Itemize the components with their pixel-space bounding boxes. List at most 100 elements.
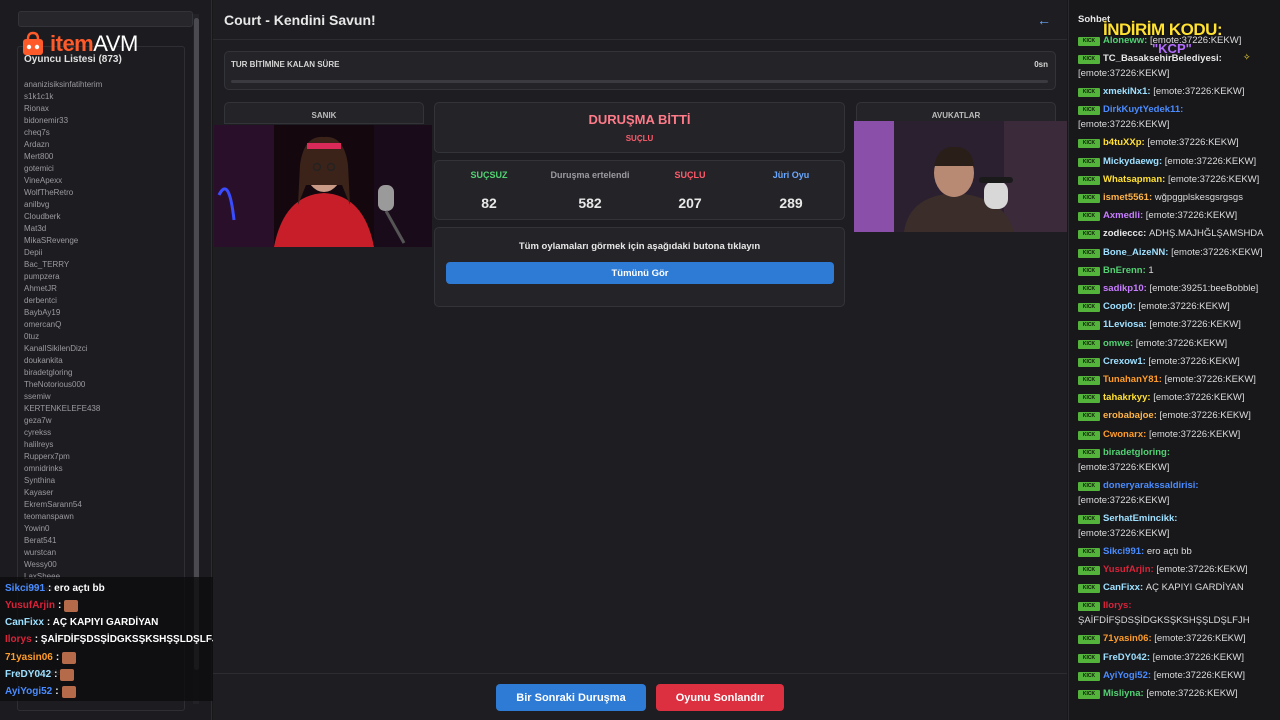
chat-message: KICK zodieccc: ADHŞ.MAJHĞLŞAMSHDA: [1078, 226, 1274, 241]
chat-username[interactable]: DirkKuytYedek11: [1103, 104, 1180, 115]
chat-username[interactable]: Coop0: [1103, 301, 1133, 312]
chat-message: KICK Sikci991: ero açtı bb: [1078, 544, 1274, 559]
player-list-item[interactable]: derbentci: [24, 295, 174, 307]
player-list-item[interactable]: AhmetJR: [24, 283, 174, 295]
player-list-scrollbar-thumb[interactable]: [194, 18, 199, 670]
chat-username[interactable]: sadikp10: [1103, 283, 1144, 294]
player-list-item[interactable]: 0tuz: [24, 331, 174, 343]
player-list-item[interactable]: Yowin0: [24, 523, 174, 535]
player-list-item[interactable]: VineApexx: [24, 175, 174, 187]
player-list-item[interactable]: anilbvg: [24, 199, 174, 211]
webcam-image-right: [854, 121, 1067, 232]
chat-username[interactable]: AyiYogi52: [1103, 670, 1148, 681]
chat-username[interactable]: tahakrkyy: [1103, 392, 1147, 403]
chat-username[interactable]: b4tuXXp: [1103, 137, 1142, 148]
player-list-item[interactable]: ssemiw: [24, 391, 174, 403]
player-list-item[interactable]: Rupperx7pm: [24, 451, 174, 463]
player-list-item[interactable]: Kayaser: [24, 487, 174, 499]
player-list-item[interactable]: Rionax: [24, 103, 174, 115]
player-list-item[interactable]: ananizisiksinfatihterim: [24, 79, 174, 91]
kick-badge-icon: KICK: [1078, 602, 1100, 612]
chat-message: KICK TunahanY81: [emote:37226:KEKW]: [1078, 372, 1274, 387]
player-list-item[interactable]: WolfTheRetro: [24, 187, 174, 199]
next-trial-button[interactable]: Bir Sonraki Duruşma: [496, 684, 646, 711]
chat-username[interactable]: YusufArjin: [1103, 564, 1151, 575]
player-list-item[interactable]: omnidrinks: [24, 463, 174, 475]
player-list-item[interactable]: TheNotorious000: [24, 379, 174, 391]
shopping-bag-icon: [23, 31, 43, 55]
chat-username[interactable]: biradetgloring: [1103, 447, 1167, 458]
kick-badge-icon: KICK: [1078, 690, 1100, 699]
chat-username[interactable]: Misliyna: [1103, 688, 1141, 699]
player-list-item[interactable]: wurstcan: [24, 547, 174, 559]
chat-username[interactable]: Bone_AizeNN: [1103, 247, 1165, 258]
chat-username[interactable]: TunahanY81: [1103, 374, 1159, 385]
player-list-item[interactable]: s1k1c1k: [24, 91, 174, 103]
chat-username[interactable]: Mickydaewg: [1103, 156, 1159, 167]
player-list-item[interactable]: teomanspawn: [24, 511, 174, 523]
chat-username[interactable]: erobabajoe: [1103, 410, 1154, 421]
chat-username[interactable]: Whatsapman: [1103, 174, 1162, 185]
chat-username[interactable]: FreDY042: [1103, 652, 1147, 663]
chat-text: [emote:37226:KEKW]: [1159, 410, 1251, 422]
see-all-button[interactable]: Tümünü Gör: [446, 262, 834, 284]
player-list-item[interactable]: Mat3d: [24, 223, 174, 235]
chat-username[interactable]: 71yasin06: [1103, 633, 1148, 644]
chat-username[interactable]: Crexow1: [1103, 356, 1143, 367]
chat-username[interactable]: Axmedli: [1103, 210, 1140, 221]
verdict-card: [434, 102, 845, 153]
player-list-item[interactable]: halilreys: [24, 439, 174, 451]
chat-message: KICK Ilorys: ŞAİFDİFŞDSŞİDGKSŞKSHŞŞLDŞLFJ…: [1078, 598, 1274, 628]
player-list-item[interactable]: gotemici: [24, 163, 174, 175]
player-list-item[interactable]: Mert800: [24, 151, 174, 163]
player-list-item[interactable]: geza7w: [24, 415, 174, 427]
player-list-item[interactable]: Cloudberk: [24, 211, 174, 223]
overlay-chat-user: Sikci991: [5, 583, 46, 594]
chat-username[interactable]: SerhatEmincikk: [1103, 513, 1174, 524]
stat-jury-label: Jüri Oyu: [772, 170, 810, 180]
stat-innocent-value: 82: [481, 195, 497, 211]
player-list-item[interactable]: doukankita: [24, 355, 174, 367]
end-game-button[interactable]: Oyunu Sonlandır: [656, 684, 784, 711]
chat-username[interactable]: xmekiNx1: [1103, 86, 1147, 97]
player-list-item[interactable]: Berat541: [24, 535, 174, 547]
sparkle-icon: ✧: [1243, 52, 1251, 62]
chat-text: wğpggplskesgsrgsgs: [1154, 192, 1243, 203]
chat-username[interactable]: doneryarakssaldirisi: [1103, 480, 1195, 491]
player-list-item[interactable]: KERTENKELEFE438: [24, 403, 174, 415]
player-list-item[interactable]: cheq7s: [24, 127, 174, 139]
back-arrow-icon[interactable]: ←: [1037, 12, 1051, 28]
chat-username[interactable]: Ilorys: [1103, 600, 1128, 611]
player-list-item[interactable]: Ardazn: [24, 139, 174, 151]
lawyer-webcam: [854, 121, 1067, 232]
player-search-input[interactable]: [18, 11, 193, 27]
player-list-item[interactable]: Wessy00: [24, 559, 174, 571]
chat-separator: :: [1174, 512, 1178, 524]
player-list-item[interactable]: bidonemir33: [24, 115, 174, 127]
kick-badge-icon: KICK: [1078, 321, 1100, 331]
player-list-item[interactable]: BaybAy19: [24, 307, 174, 319]
chat-username[interactable]: BnErenn: [1103, 265, 1143, 276]
kick-badge-icon: KICK: [1078, 157, 1100, 167]
player-list-item[interactable]: EkremSarann54: [24, 499, 174, 511]
chat-username[interactable]: zodieccc: [1103, 228, 1143, 239]
player-list-item[interactable]: Depii: [24, 247, 174, 259]
player-list-item[interactable]: biradetgloring: [24, 367, 174, 379]
chat-text: [emote:37226:KEKW]: [1153, 669, 1246, 681]
player-list-item[interactable]: omercanQ: [24, 319, 174, 331]
player-list-item[interactable]: Synthina: [24, 475, 174, 487]
chat-username[interactable]: ismet5561: [1103, 192, 1149, 203]
chat-username[interactable]: CanFixx: [1103, 582, 1140, 593]
chat-text: [emote:37226:KEKW]: [1148, 355, 1240, 367]
player-list-item[interactable]: KanalISikilenDizci: [24, 343, 174, 355]
player-list-item[interactable]: pumpzera: [24, 271, 174, 283]
chat-username[interactable]: Sikci991: [1103, 546, 1141, 557]
player-list-item[interactable]: MikaSRevenge: [24, 235, 174, 247]
kick-badge-icon: KICK: [1078, 55, 1100, 65]
chat-username[interactable]: omwe: [1103, 338, 1130, 349]
chat-username[interactable]: 1Leviosa: [1103, 319, 1144, 330]
player-list-item[interactable]: Bac_TERRY: [24, 259, 174, 271]
overlay-chat-line: CanFixx: AÇ KAPIYI GARDİYAN: [5, 616, 158, 630]
player-list-item[interactable]: cyrekss: [24, 427, 174, 439]
chat-username[interactable]: Cwonarx: [1103, 429, 1143, 440]
